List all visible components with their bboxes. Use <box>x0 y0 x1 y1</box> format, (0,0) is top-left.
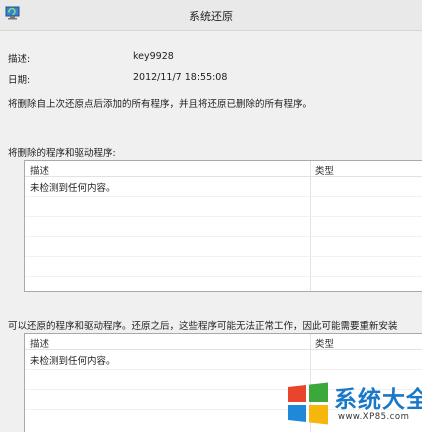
title-bar: 系统还原 <box>0 0 422 31</box>
deleted-programs-table[interactable]: 描述 类型 未检测到任何内容。 <box>24 160 422 292</box>
column-header-type[interactable]: 类型 <box>315 336 334 350</box>
window-title: 系统还原 <box>189 10 233 23</box>
row-divider <box>25 256 422 257</box>
restore-summary: 将删除自上次还原点后添加的所有程序，并且将还原已删除的所有程序。 <box>8 99 313 110</box>
column-header-description[interactable]: 描述 <box>30 163 49 177</box>
windows-logo-icon <box>286 381 330 425</box>
row-divider <box>25 369 422 370</box>
site-watermark: 系统大全 www.XP85.com <box>284 378 422 431</box>
table-header: 描述 类型 <box>25 334 422 350</box>
date-value: 2012/11/7 18:55:08 <box>133 72 228 83</box>
column-header-type[interactable]: 类型 <box>315 163 334 177</box>
row-divider <box>25 196 422 197</box>
row-divider <box>25 276 422 277</box>
row-divider <box>25 216 422 217</box>
date-label: 日期: <box>8 75 31 86</box>
row-divider <box>25 236 422 237</box>
watermark-name: 系统大全 <box>334 387 422 413</box>
description-label: 描述: <box>8 54 31 65</box>
watermark-url: www.XP85.com <box>338 412 410 422</box>
empty-message: 未检测到任何内容。 <box>30 356 116 367</box>
empty-message: 未检测到任何内容。 <box>30 183 116 194</box>
column-header-description[interactable]: 描述 <box>30 336 49 350</box>
description-value: key9928 <box>133 51 174 62</box>
column-divider[interactable] <box>310 161 311 291</box>
deleted-programs-label: 将删除的程序和驱动程序: <box>8 148 116 159</box>
table-header: 描述 类型 <box>25 161 422 177</box>
restorable-programs-label: 可以还原的程序和驱动程序。还原之后，这些程序可能无法正常工作，因此可能需要重新安… <box>8 321 398 332</box>
